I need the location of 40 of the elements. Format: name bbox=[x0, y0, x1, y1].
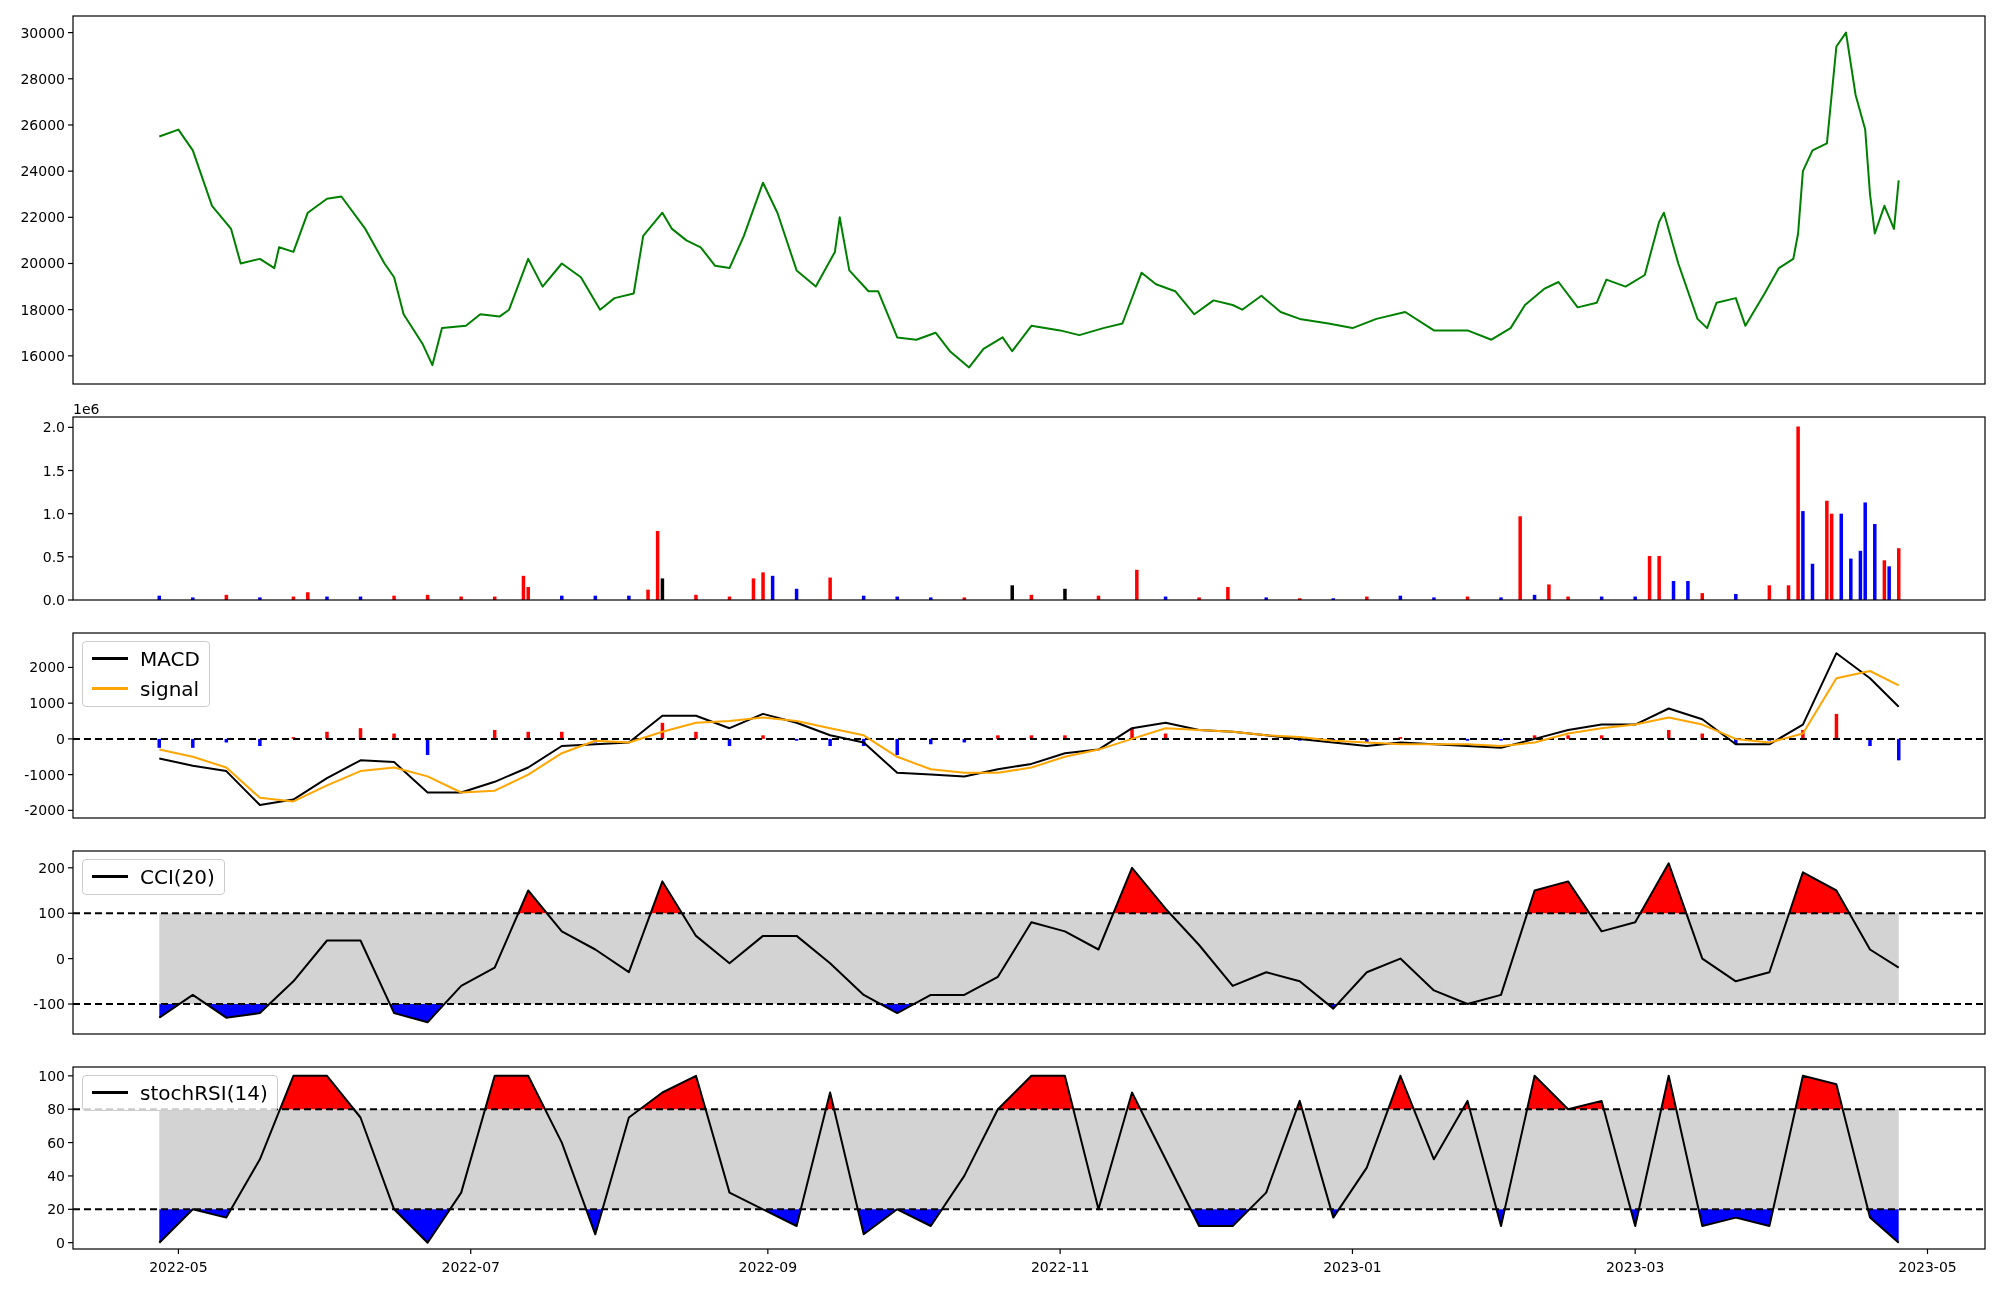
y-tick-label: 80 bbox=[47, 1101, 65, 1118]
y-tick-label: -100 bbox=[33, 996, 65, 1013]
x-tick-label: 2022-11 bbox=[1030, 1259, 1090, 1275]
legend-label: MACD bbox=[140, 647, 200, 671]
y-tick-label: 16000 bbox=[20, 347, 65, 364]
y-tick-label: 30000 bbox=[20, 24, 65, 41]
y-tick-label: -1000 bbox=[24, 766, 65, 783]
y-tick-label: -2000 bbox=[24, 802, 65, 819]
y-tick-label: 22000 bbox=[20, 209, 65, 226]
y-tick-label: 28000 bbox=[20, 70, 65, 87]
axis-scale-label: 1e6 bbox=[73, 401, 100, 417]
y-tick-label: 0.0 bbox=[42, 592, 65, 608]
x-tick-label: 2023-01 bbox=[1323, 1259, 1382, 1275]
x-tick-label: 2023-03 bbox=[1605, 1259, 1665, 1275]
y-tick-label: 0 bbox=[56, 950, 65, 967]
y-tick-label: 24000 bbox=[20, 163, 65, 180]
y-tick-label: 200 bbox=[38, 859, 65, 876]
x-tick-label: 2023-05 bbox=[1898, 1259, 1957, 1275]
y-tick-label: 60 bbox=[47, 1134, 65, 1151]
y-tick-label: 1000 bbox=[29, 695, 65, 712]
y-tick-label: 1.5 bbox=[42, 462, 65, 479]
y-tick-label: 0 bbox=[56, 730, 65, 747]
y-tick-label: 40 bbox=[47, 1167, 65, 1184]
y-tick-label: 0.5 bbox=[42, 548, 65, 565]
x-tick-label: 2022-09 bbox=[738, 1259, 798, 1275]
y-tick-label: 100 bbox=[38, 905, 65, 922]
y-tick-label: 18000 bbox=[20, 301, 65, 318]
x-tick-label: 2022-07 bbox=[441, 1259, 500, 1275]
y-tick-label: 0 bbox=[56, 1234, 65, 1251]
y-tick-label: 20 bbox=[47, 1201, 65, 1218]
legend-label: CCI(20) bbox=[140, 865, 215, 889]
legend-label: stochRSI(14) bbox=[140, 1081, 268, 1105]
y-tick-label: 20000 bbox=[20, 255, 65, 272]
x-tick-label: 2022-05 bbox=[149, 1259, 208, 1275]
y-tick-label: 100 bbox=[38, 1067, 65, 1084]
y-tick-label: 26000 bbox=[20, 116, 65, 133]
y-tick-label: 2000 bbox=[29, 659, 65, 676]
legend-label: signal bbox=[140, 677, 200, 701]
y-tick-label: 2.0 bbox=[42, 419, 65, 436]
y-tick-label: 1.0 bbox=[42, 505, 65, 522]
